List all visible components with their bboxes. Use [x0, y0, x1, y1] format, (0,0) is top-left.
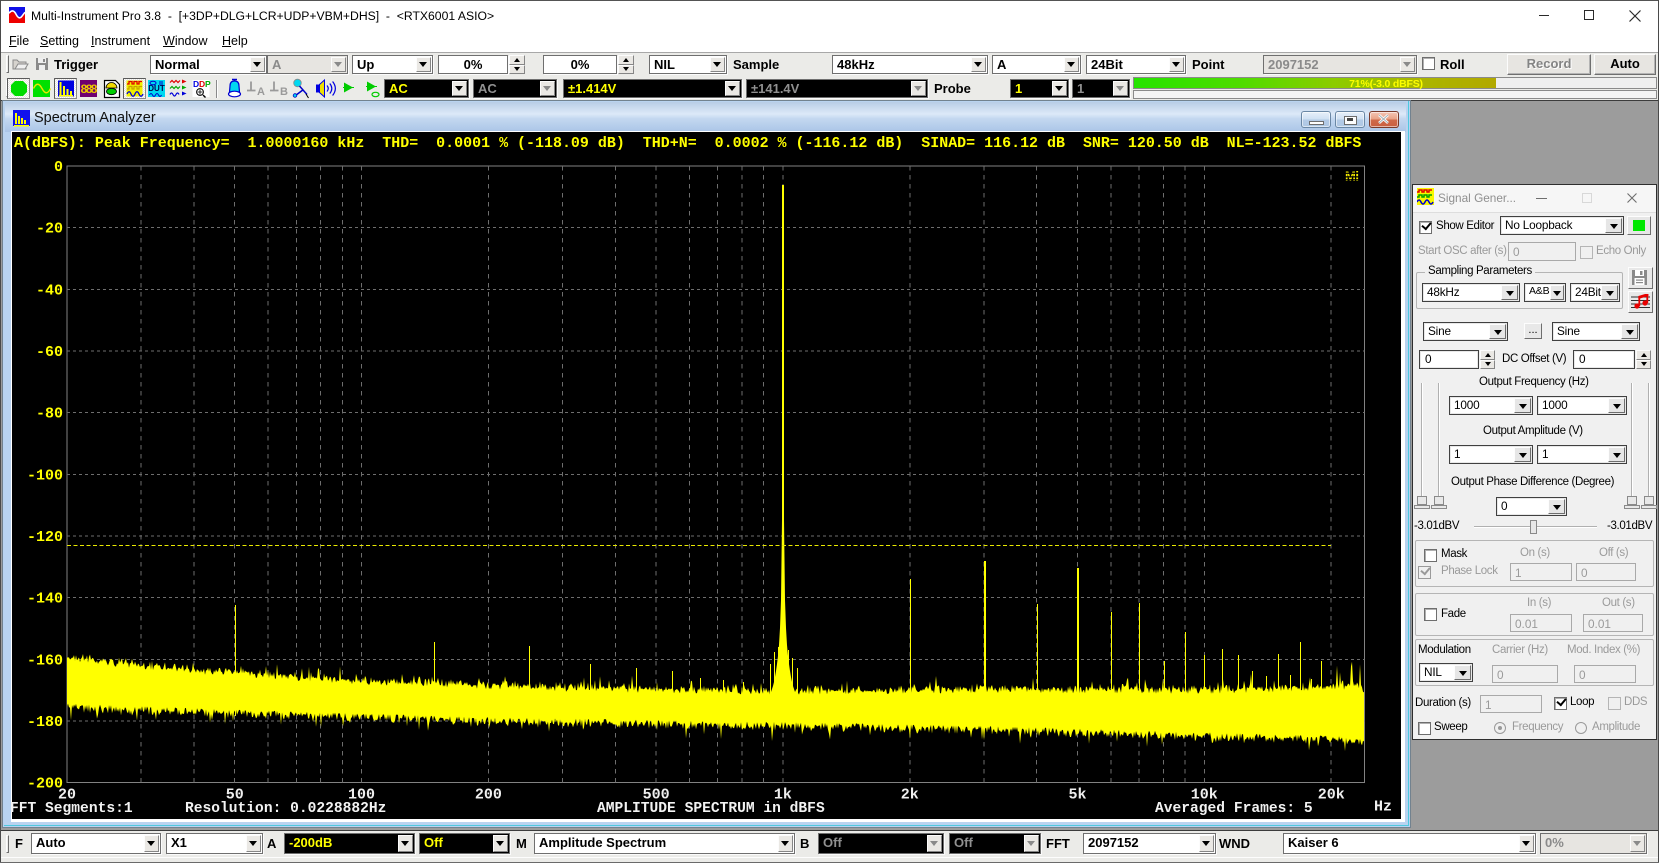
svg-text:-140: -140 [27, 591, 63, 608]
svg-text:200: 200 [475, 787, 502, 804]
svg-text:0: 0 [54, 159, 63, 176]
svg-text:8: 8 [91, 82, 98, 96]
svg-text:P: P [205, 79, 211, 89]
svg-text:DUT: DUT [148, 84, 165, 93]
svg-text:2k: 2k [901, 787, 919, 804]
svg-text:-100: -100 [27, 467, 63, 484]
svg-text:-120: -120 [27, 529, 63, 546]
svg-text:-180: -180 [27, 714, 63, 731]
svg-text:A: A [257, 86, 265, 98]
svg-text:5k: 5k [1068, 787, 1086, 804]
svg-text:-60: -60 [36, 344, 63, 361]
svg-text:20k: 20k [1318, 787, 1345, 804]
svg-text:Hz: Hz [1374, 799, 1392, 816]
svg-text:-160: -160 [27, 652, 63, 669]
svg-text:-40: -40 [36, 282, 63, 299]
svg-text:-20: -20 [36, 221, 63, 238]
svg-text:-80: -80 [36, 406, 63, 423]
svg-text:B: B [280, 86, 288, 98]
svg-text:Mi: Mi [1345, 169, 1358, 184]
